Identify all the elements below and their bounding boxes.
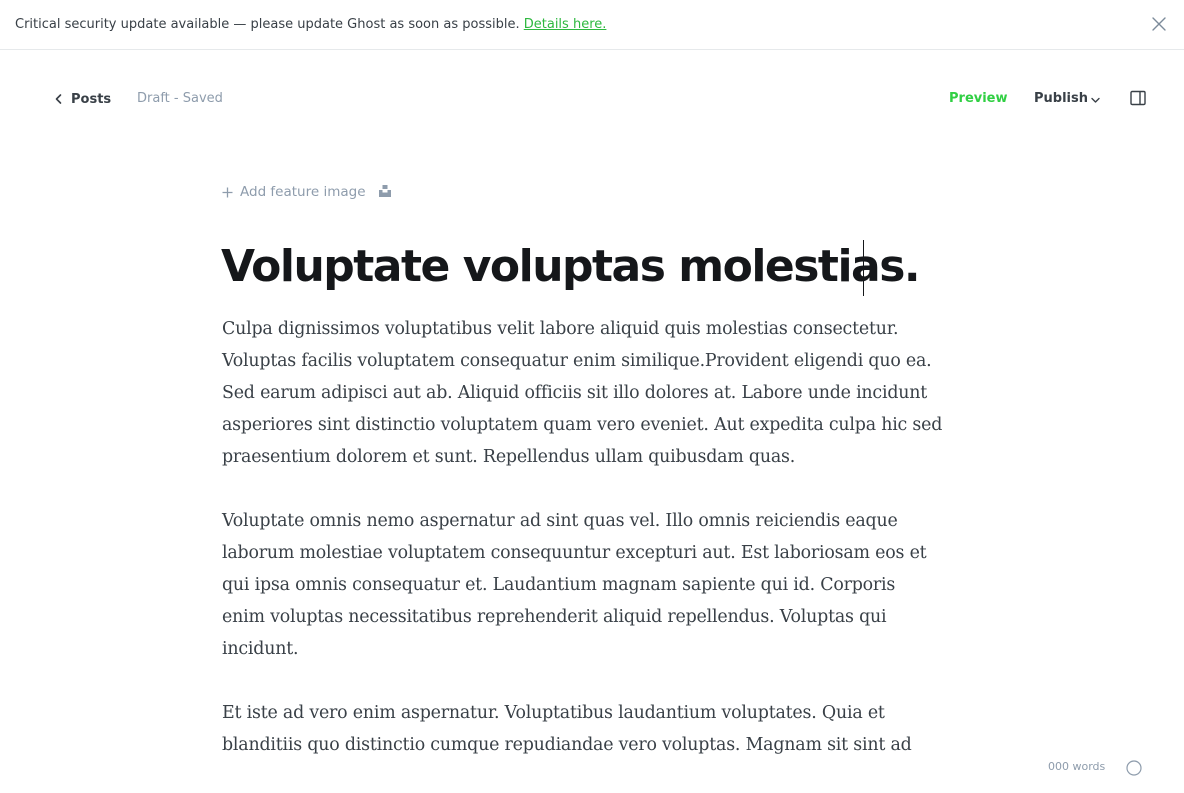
text-line: incidunt. [222, 639, 299, 659]
publish-button[interactable]: Publish [1034, 91, 1100, 106]
text-line: praesentium dolorem et sunt. Repellendus… [222, 447, 796, 467]
text-line: Sed earum adipisci aut ab. Aliquid offic… [222, 383, 928, 403]
paragraph[interactable]: Et iste ad vero enim aspernatur. Volupta… [222, 697, 972, 761]
text-line: asperiores sint distinctio voluptatem qu… [222, 415, 943, 435]
paragraph[interactable]: Voluptate omnis nemo aspernatur ad sint … [222, 505, 972, 665]
back-to-posts-link[interactable]: Posts [54, 90, 111, 108]
help-icon[interactable] [1126, 760, 1142, 776]
paragraph[interactable]: Culpa dignissimos voluptatibus velit lab… [222, 313, 972, 473]
text-cursor [863, 240, 864, 296]
unsplash-icon[interactable] [378, 184, 392, 198]
chevron-left-icon [55, 94, 62, 104]
preview-button[interactable]: Preview [949, 91, 1008, 106]
text-line: Et iste ad vero enim aspernatur. Volupta… [222, 703, 885, 723]
banner-details-link[interactable]: Details here. [524, 17, 607, 32]
plus-icon [222, 187, 233, 197]
text-line: qui ipsa omnis consequatur et. Laudantiu… [222, 575, 896, 595]
text-line: Voluptas facilis voluptatem consequatur … [222, 351, 932, 371]
post-body-editor[interactable]: Culpa dignissimos voluptatibus velit lab… [222, 313, 972, 793]
add-feature-image-button[interactable]: Add feature image [222, 184, 366, 200]
text-line: enim voluptas necessitatibus reprehender… [222, 607, 887, 627]
back-label: Posts [71, 91, 112, 107]
banner-text: Critical security update available — ple… [15, 16, 606, 33]
security-update-banner: Critical security update available — ple… [0, 0, 1184, 50]
text-line: laborum molestiae voluptatem consequuntu… [222, 543, 927, 563]
banner-message: Critical security update available — ple… [15, 17, 520, 32]
add-feature-image-label: Add feature image [240, 184, 366, 200]
feature-image-row: Add feature image [222, 183, 391, 201]
post-status: Draft - Saved [137, 91, 223, 106]
text-line: Voluptate omnis nemo aspernatur ad sint … [222, 511, 898, 531]
publish-label: Publish [1034, 91, 1088, 106]
post-title[interactable]: Voluptate voluptas molestias. [221, 238, 921, 296]
text-line: blanditiis quo distinctio cumque repudia… [222, 735, 912, 755]
sidebar-toggle-icon[interactable] [1130, 90, 1146, 106]
close-icon[interactable] [1150, 15, 1168, 33]
chevron-down-icon [1091, 97, 1100, 103]
text-line: Culpa dignissimos voluptatibus velit lab… [222, 319, 899, 339]
